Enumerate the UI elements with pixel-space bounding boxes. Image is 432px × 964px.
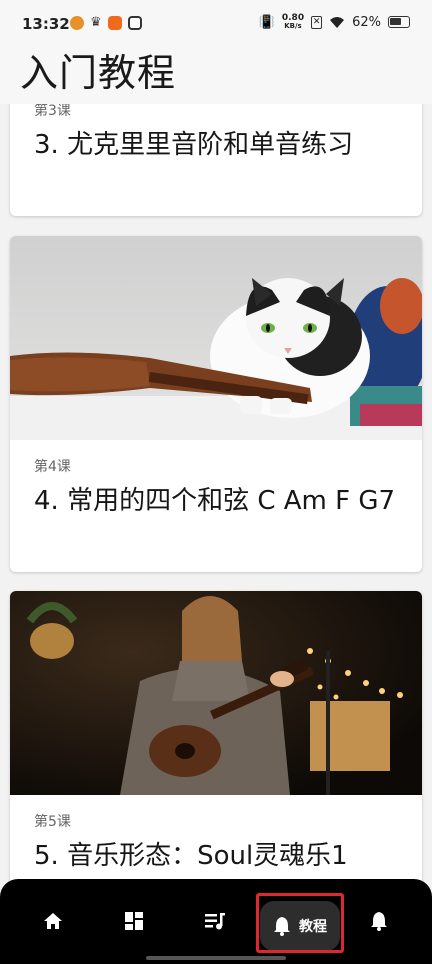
mail-app-icon [127,15,142,30]
lesson-card-5[interactable]: 第5课 5. 音乐形态：Soul灵魂乐1 [10,591,422,901]
bell-icon [371,912,387,931]
vibrate-icon: 📳 [258,14,275,30]
lesson-title: 3. 尤克里里音阶和单音练习 [34,130,354,160]
bell-icon [274,917,290,936]
status-bar: 13:32 ♛ 📳 0.80 KB/s ✕ 62% [0,0,432,48]
page-header: 入门教程 [0,48,432,104]
network-speed-value: 0.80 [281,13,305,23]
home-indicator [146,956,286,960]
nav-notifications[interactable] [361,907,397,935]
crown-icon: ♛ [90,15,102,30]
battery-icon [388,16,410,28]
bottom-nav: 教程 [0,879,432,964]
lesson-title: 5. 音乐形态：Soul灵魂乐1 [34,841,348,871]
lesson-number: 第5课 [34,814,71,830]
nav-dashboard[interactable] [116,907,152,935]
lesson-image-woman-ukulele [10,591,422,795]
status-indicators: 📳 0.80 KB/s ✕ 62% [259,14,410,30]
nav-tutorial[interactable]: 教程 [260,901,340,951]
page-title: 入门教程 [20,51,177,95]
lesson-image-cat-ukulele [10,236,422,440]
lesson-title: 4. 常用的四个和弦 C Am F G7 [34,486,396,516]
battery-percent: 62% [352,14,381,30]
nav-home[interactable] [35,907,71,935]
status-time: 13:32 [22,15,70,33]
playlist-icon [205,913,225,930]
wifi-icon [330,16,345,28]
lesson-list[interactable]: 第3课 3. 尤克里里音阶和单音练习 第4课 4. 常用的四个和弦 C Am F… [0,0,432,964]
network-speed: 0.80 KB/s [281,13,305,31]
shopping-app-icon [107,15,122,30]
dashboard-icon [125,912,143,930]
screen: 第3课 3. 尤克里里音阶和单音练习 第4课 4. 常用的四个和弦 C Am F… [0,0,432,964]
no-sim-icon: ✕ [311,15,323,29]
lesson-card-3[interactable]: 第3课 3. 尤克里里音阶和单音练习 [10,86,422,216]
notification-icons: ♛ [70,15,142,30]
lesson-number: 第4课 [34,459,71,475]
app-notification-icon [70,15,84,30]
lesson-card-4[interactable]: 第4课 4. 常用的四个和弦 C Am F G7 [10,236,422,572]
network-speed-unit: KB/s [284,22,302,30]
home-icon [44,913,62,929]
nav-playlist[interactable] [197,907,233,935]
nav-tutorial-label: 教程 [299,919,327,935]
